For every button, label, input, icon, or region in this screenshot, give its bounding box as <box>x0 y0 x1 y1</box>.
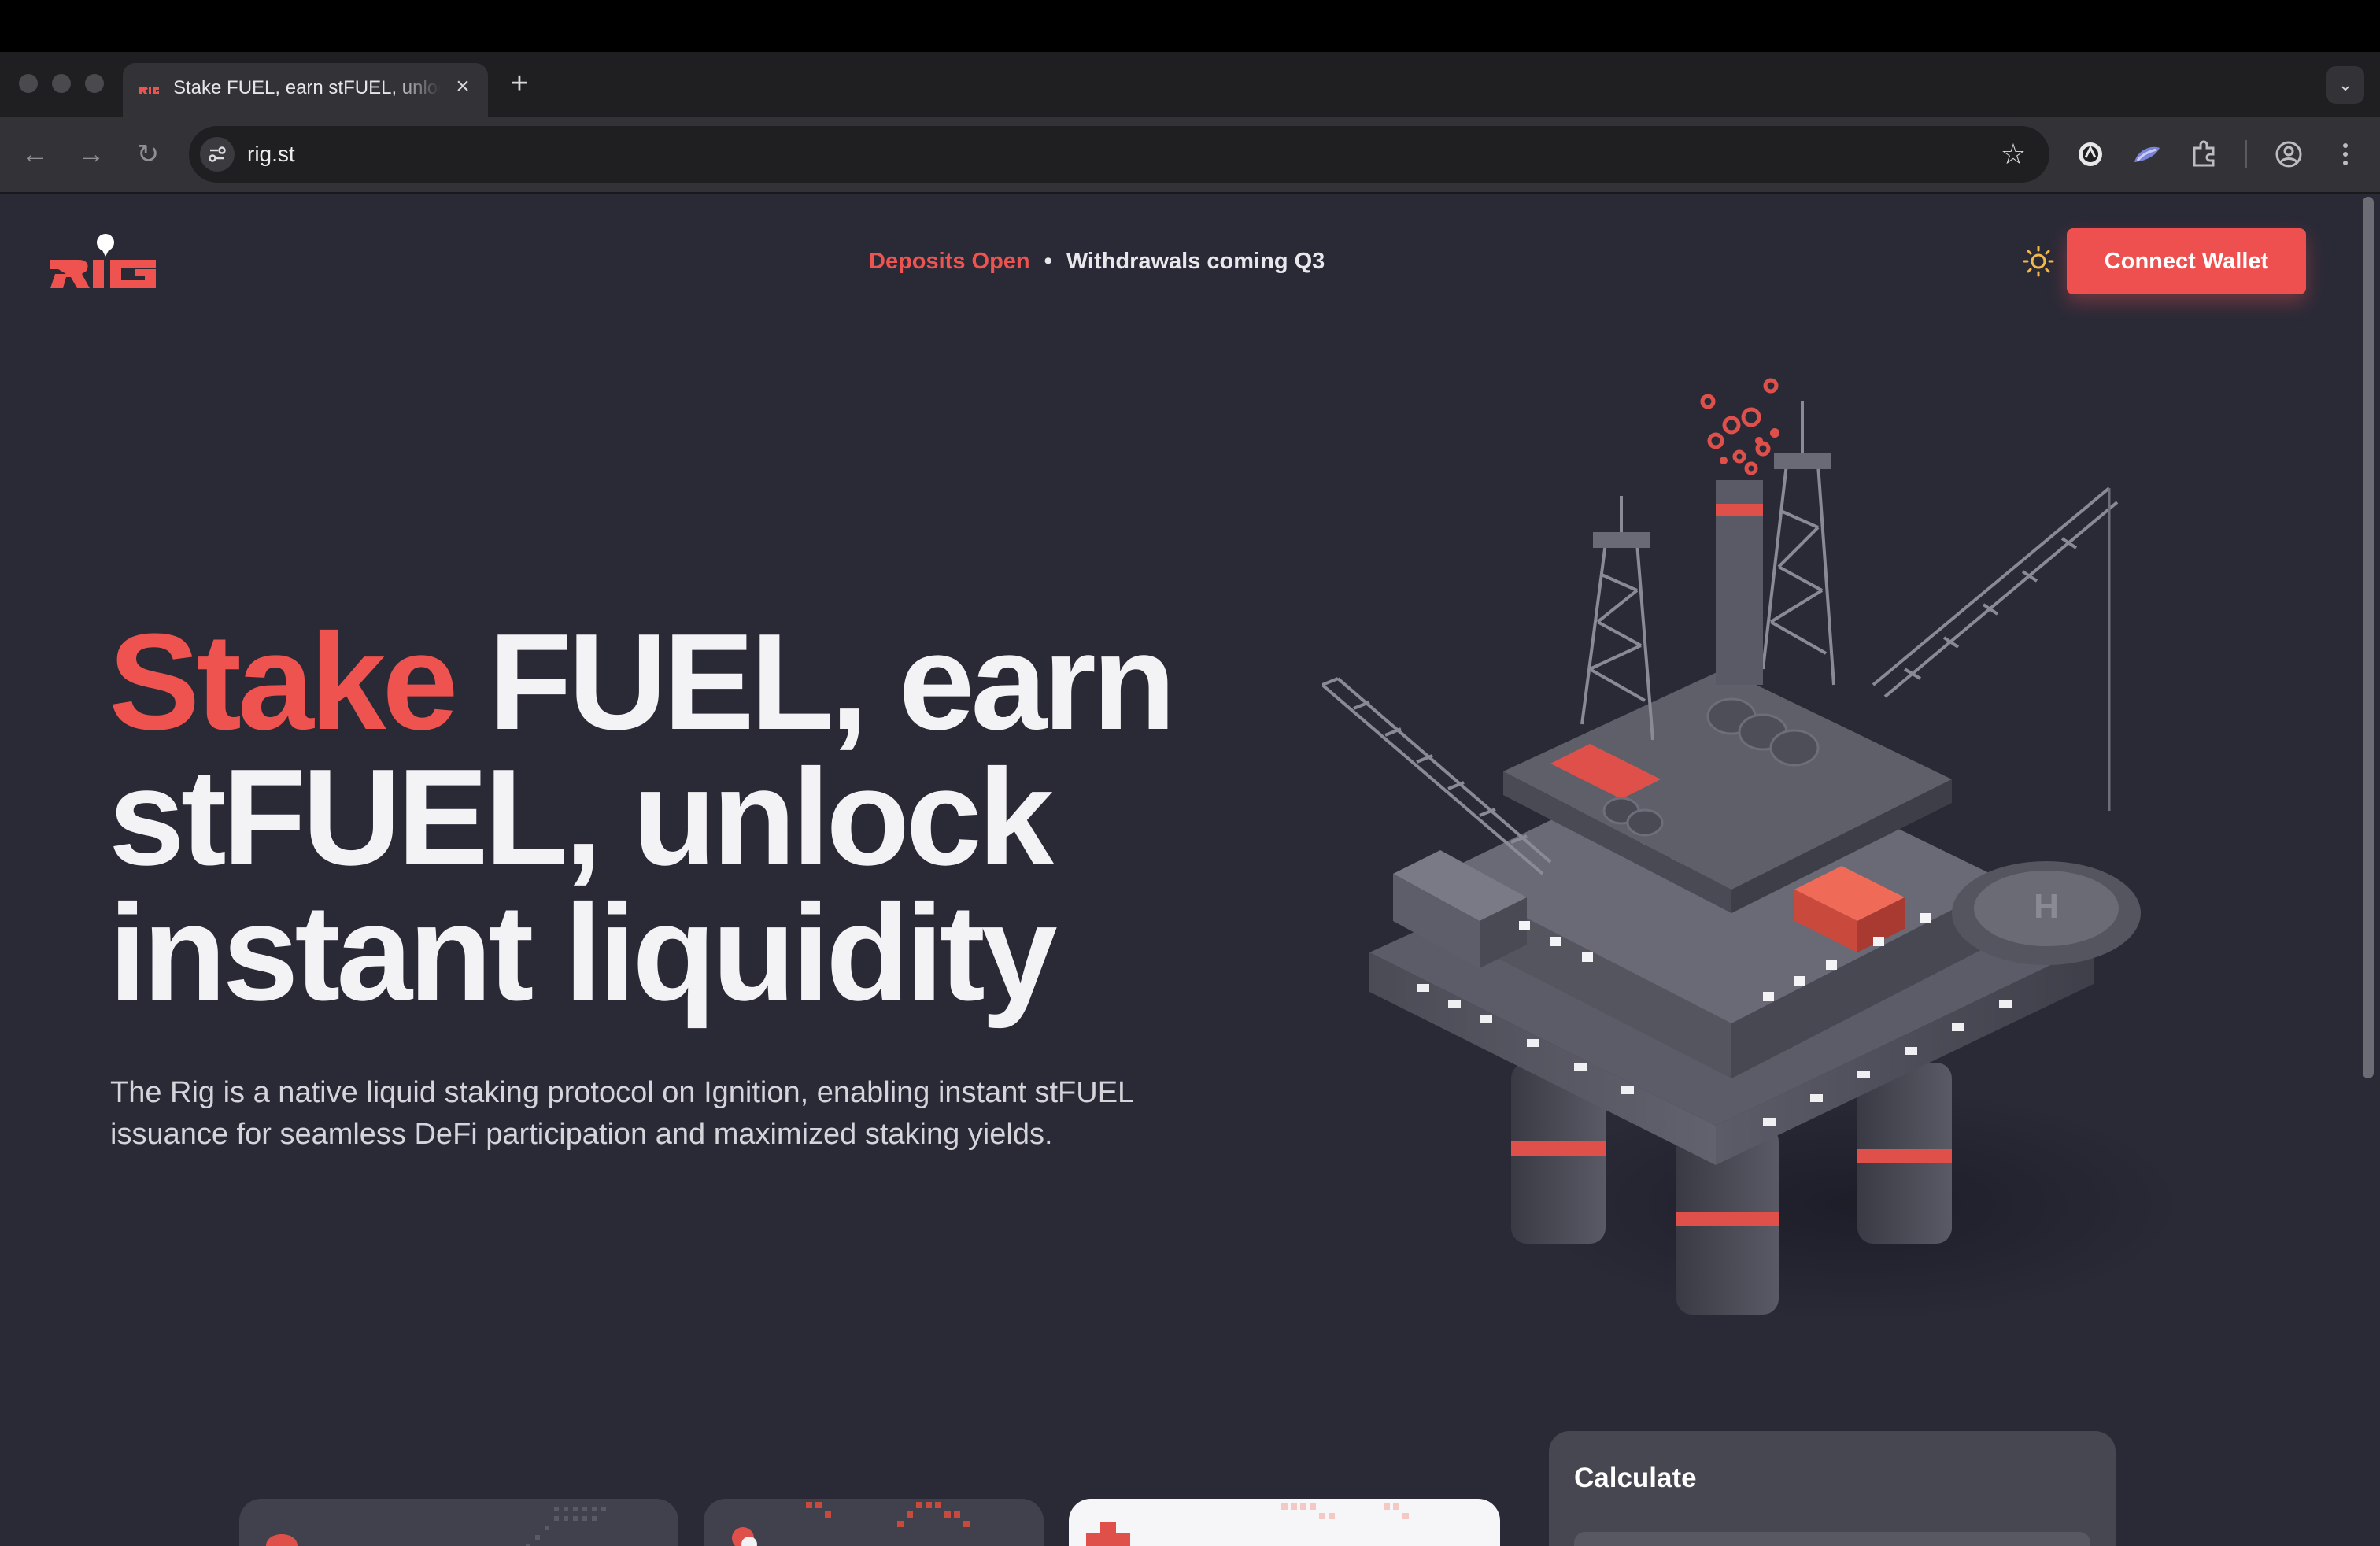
calculator-title: Calculate <box>1574 1463 1697 1493</box>
forward-button[interactable]: → <box>72 135 110 173</box>
rig-favicon-icon <box>139 87 159 94</box>
new-tab-button[interactable]: + <box>504 68 535 99</box>
hero-accent-word: Stake <box>109 605 458 758</box>
window-zoom-dot[interactable] <box>85 74 104 93</box>
site-info-icon[interactable] <box>200 137 235 172</box>
deposits-open-label: Deposits Open <box>869 249 1030 274</box>
withdrawals-label: Withdrawals coming Q3 <box>1066 249 1325 274</box>
rig-logo[interactable] <box>47 228 157 291</box>
extensions-puzzle-icon[interactable] <box>2185 135 2223 173</box>
tab-title: Stake FUEL, earn stFUEL, unlock instant … <box>173 77 441 98</box>
reload-button[interactable]: ↻ <box>129 135 167 173</box>
extension-2-icon[interactable] <box>2128 135 2166 173</box>
feature-card-3[interactable] <box>1069 1499 1500 1546</box>
bookmark-star-icon[interactable]: ☆ <box>1994 135 2032 173</box>
back-button[interactable]: ← <box>16 135 54 173</box>
hero-line-2: stFUEL, unlock <box>109 740 1054 893</box>
profile-icon[interactable] <box>2270 135 2308 173</box>
feature-card-1[interactable] <box>239 1499 678 1546</box>
menu-bar-area <box>0 0 2380 52</box>
browser-menu-icon[interactable] <box>2326 135 2364 173</box>
url-text[interactable]: rig.st <box>247 139 295 170</box>
svg-text:H: H <box>2034 887 2059 926</box>
toolbar-separator <box>2245 140 2247 168</box>
deposit-status: Deposits Open • Withdrawals coming Q3 <box>869 246 1325 277</box>
status-separator: • <box>1044 249 1052 274</box>
feature-card-2[interactable] <box>704 1499 1044 1546</box>
tab-search-button[interactable]: ⌄ <box>2326 66 2364 104</box>
hero-line-1: FUEL, earn <box>454 605 1177 758</box>
scrollbar-thumb[interactable] <box>2363 197 2374 1078</box>
hero-line-3: instant liquidity <box>109 875 1058 1029</box>
calculator-input[interactable] <box>1574 1532 2090 1546</box>
extension-1-icon[interactable] <box>2071 135 2109 173</box>
oil-rig-illustration: H <box>1322 378 2188 1322</box>
window-minimize-dot[interactable] <box>52 74 71 93</box>
address-bar[interactable] <box>189 126 2049 183</box>
hero-subtitle: The Rig is a native liquid staking proto… <box>110 1076 1133 1151</box>
hero-headline: Stake FUEL, earn stFUEL, unlock instant … <box>109 613 1273 1029</box>
sun-icon[interactable] <box>2020 242 2057 280</box>
tab-close-icon[interactable]: × <box>449 72 477 101</box>
window-close-dot[interactable] <box>19 74 38 93</box>
connect-wallet-button[interactable]: Connect Wallet <box>2067 228 2306 294</box>
